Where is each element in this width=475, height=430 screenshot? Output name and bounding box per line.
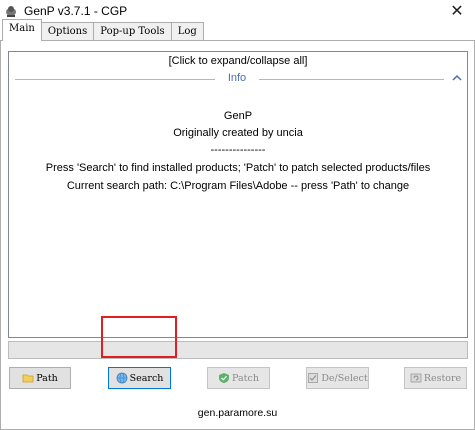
deselect-button-label: De/Select bbox=[321, 372, 368, 384]
path-button-label: Path bbox=[36, 372, 58, 384]
deselect-button[interactable]: De/Select bbox=[306, 367, 369, 389]
tab-bar: Main Options Pop-up Tools Log bbox=[2, 19, 204, 41]
title-bar: GenP v3.7.1 - CGP ✕ bbox=[0, 0, 475, 22]
restore-button-label: Restore bbox=[423, 372, 462, 384]
window-title: GenP v3.7.1 - CGP bbox=[24, 4, 128, 18]
expand-collapse-all[interactable]: [Click to expand/collapse all] bbox=[9, 55, 467, 67]
tab-main[interactable]: Main bbox=[2, 19, 42, 41]
products-tree[interactable]: [Click to expand/collapse all] Info GenP… bbox=[8, 51, 468, 338]
progress-bar bbox=[8, 341, 468, 359]
info-group-header[interactable]: Info bbox=[215, 72, 259, 84]
info-line-app-name: GenP bbox=[223, 110, 253, 122]
tab-options[interactable]: Options bbox=[40, 22, 95, 41]
restore-button[interactable]: Restore bbox=[404, 367, 467, 389]
info-line-separator: --------------- bbox=[210, 144, 266, 156]
search-icon bbox=[116, 372, 128, 384]
footer-link[interactable]: gen.paramore.su bbox=[1, 407, 474, 419]
search-button-label: Search bbox=[129, 372, 164, 384]
info-line-credit: Originally created by uncia bbox=[173, 127, 303, 139]
restore-icon bbox=[410, 372, 422, 384]
close-icon: ✕ bbox=[450, 3, 464, 20]
checkbox-icon bbox=[307, 372, 319, 384]
app-icon bbox=[4, 4, 18, 18]
tab-popup-tools[interactable]: Pop-up Tools bbox=[93, 22, 172, 41]
info-line-search-path: Current search path: C:\Program Files\Ad… bbox=[66, 180, 410, 192]
info-divider-left bbox=[15, 79, 215, 80]
chevron-up-icon[interactable] bbox=[451, 72, 463, 84]
search-button[interactable]: Search bbox=[108, 367, 171, 389]
patch-button-label: Patch bbox=[232, 372, 259, 384]
tab-log[interactable]: Log bbox=[170, 22, 204, 41]
shield-check-icon bbox=[218, 372, 230, 384]
path-button[interactable]: Path bbox=[9, 367, 71, 389]
main-tab-panel: [Click to expand/collapse all] Info GenP… bbox=[0, 40, 475, 430]
close-button[interactable]: ✕ bbox=[439, 0, 475, 22]
info-line-instructions: Press 'Search' to find installed product… bbox=[45, 162, 431, 174]
info-divider-right bbox=[259, 79, 444, 80]
folder-icon bbox=[22, 372, 34, 384]
patch-button[interactable]: Patch bbox=[207, 367, 270, 389]
